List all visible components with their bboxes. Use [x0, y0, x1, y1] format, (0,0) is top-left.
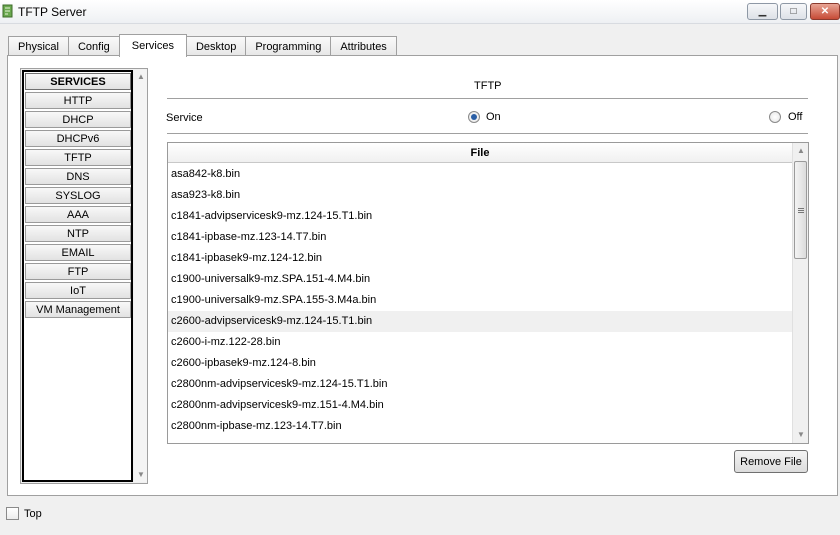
minimize-icon: ▁ — [758, 6, 767, 17]
file-row[interactable]: c2800nm-ipbase-mz.123-14.T7.bin — [168, 416, 792, 437]
tab-attributes[interactable]: Attributes — [330, 36, 397, 56]
service-item-iot[interactable]: IoT — [25, 282, 131, 299]
scrollbar-thumb[interactable] — [794, 161, 807, 259]
services-sidebar: SERVICES HTTP DHCP DHCPv6 TFTP DNS SYSLO… — [20, 68, 148, 484]
service-item-dhcpv6[interactable]: DHCPv6 — [25, 130, 131, 147]
remove-file-button[interactable]: Remove File — [734, 450, 808, 473]
tab-desktop[interactable]: Desktop — [185, 36, 247, 56]
service-item-tftp[interactable]: TFTP — [25, 149, 131, 166]
service-on-label: On — [486, 111, 501, 123]
services-header: SERVICES — [25, 73, 131, 90]
file-row[interactable]: c1900-universalk9-mz.SPA.151-4.M4.bin — [168, 269, 792, 290]
tab-config[interactable]: Config — [67, 36, 120, 56]
file-row[interactable]: c1900-universalk9-mz.SPA.155-3.M4a.bin — [168, 290, 792, 311]
service-item-vm-management[interactable]: VM Management — [25, 301, 131, 318]
grip-icon — [798, 208, 804, 213]
service-item-aaa[interactable]: AAA — [25, 206, 131, 223]
divider — [167, 98, 808, 99]
service-on-radio[interactable] — [468, 111, 480, 123]
tab-services[interactable]: Services — [118, 34, 187, 57]
file-column-header[interactable]: File — [168, 143, 792, 163]
service-off-label: Off — [788, 111, 803, 123]
top-checkbox[interactable] — [6, 507, 19, 520]
top-label: Top — [24, 508, 42, 520]
file-row[interactable]: c2800nm-advipservicesk9-mz.151-4.M4.bin — [168, 395, 792, 416]
close-button[interactable]: ✕ — [810, 3, 840, 20]
file-row-highlighted[interactable]: c2600-advipservicesk9-mz.124-15.T1.bin — [168, 311, 792, 332]
divider — [167, 133, 808, 134]
file-row[interactable]: c1841-advipservicesk9-mz.124-15.T1.bin — [168, 206, 792, 227]
service-label: Service — [166, 112, 203, 124]
file-row[interactable]: asa842-k8.bin — [168, 164, 792, 185]
service-item-ntp[interactable]: NTP — [25, 225, 131, 242]
services-list: SERVICES HTTP DHCP DHCPv6 TFTP DNS SYSLO… — [22, 70, 133, 482]
tab-programming[interactable]: Programming — [245, 36, 332, 56]
tab-physical[interactable]: Physical — [8, 36, 69, 56]
close-icon: ✕ — [820, 6, 830, 17]
service-item-email[interactable]: EMAIL — [25, 244, 131, 261]
scroll-down-icon[interactable]: ▼ — [137, 470, 145, 479]
file-list: asa842-k8.bin asa923-k8.bin c1841-advips… — [168, 164, 792, 443]
file-row[interactable]: c2800nm-advipservicesk9-mz.124-15.T1.bin — [168, 374, 792, 395]
services-scrollbar[interactable]: ▲ ▼ — [134, 70, 147, 482]
service-item-dns[interactable]: DNS — [25, 168, 131, 185]
file-row[interactable]: c2600-i-mz.122-28.bin — [168, 332, 792, 353]
file-row[interactable]: c1841-ipbasek9-mz.124-12.bin — [168, 248, 792, 269]
minimize-button[interactable]: ▁ — [747, 3, 778, 20]
service-off-radio[interactable] — [769, 111, 781, 123]
file-table: File asa842-k8.bin asa923-k8.bin c1841-a… — [167, 142, 809, 444]
service-item-dhcp[interactable]: DHCP — [25, 111, 131, 128]
file-scrollbar[interactable]: ▲ ▼ — [792, 143, 808, 443]
service-item-syslog[interactable]: SYSLOG — [25, 187, 131, 204]
app-icon — [2, 4, 13, 18]
maximize-icon: □ — [790, 6, 797, 17]
scroll-down-icon[interactable]: ▼ — [797, 430, 805, 439]
service-item-http[interactable]: HTTP — [25, 92, 131, 109]
scroll-up-icon[interactable]: ▲ — [797, 146, 805, 155]
tab-bar: Physical Config Services Desktop Program… — [8, 34, 397, 57]
title-bar: TFTP Server ▁ □ ✕ — [0, 0, 840, 24]
section-title: TFTP — [474, 80, 502, 92]
file-row[interactable]: c2600-ipbasek9-mz.124-8.bin — [168, 353, 792, 374]
file-row[interactable]: asa923-k8.bin — [168, 185, 792, 206]
service-item-ftp[interactable]: FTP — [25, 263, 131, 280]
maximize-button[interactable]: □ — [780, 3, 807, 20]
window-title: TFTP Server — [18, 5, 87, 19]
file-row[interactable]: c1841-ipbase-mz.123-14.T7.bin — [168, 227, 792, 248]
scroll-up-icon[interactable]: ▲ — [137, 72, 145, 81]
services-panel: SERVICES HTTP DHCP DHCPv6 TFTP DNS SYSLO… — [7, 55, 838, 496]
